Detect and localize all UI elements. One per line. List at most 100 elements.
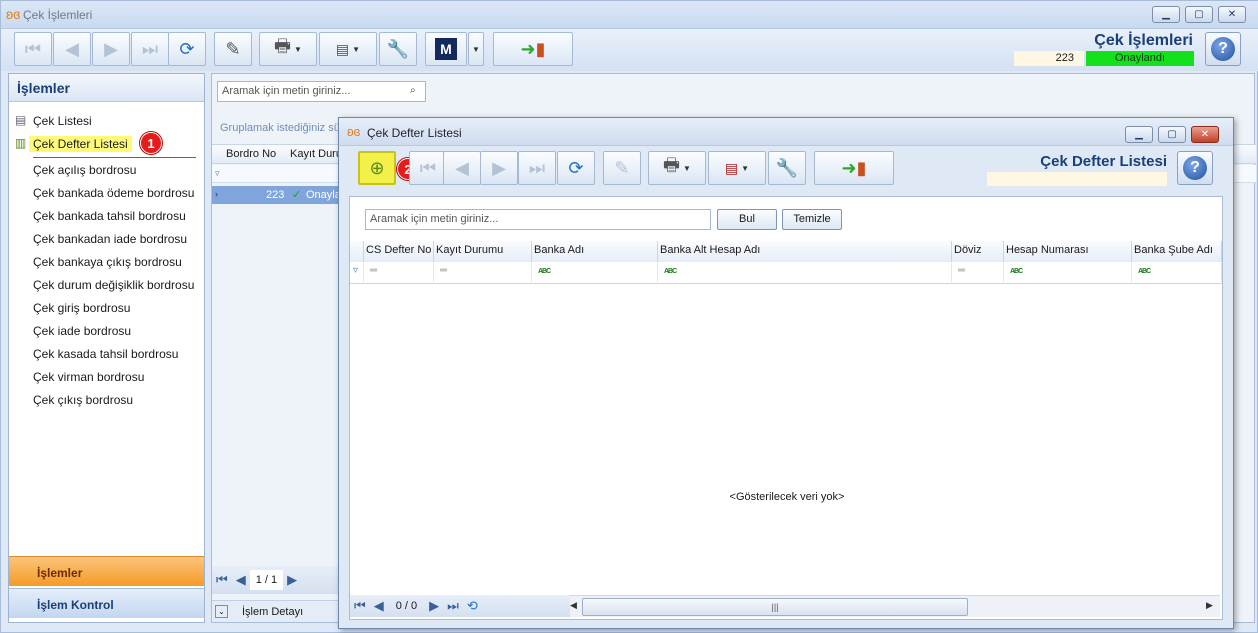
- m-report-icon[interactable]: M: [425, 32, 467, 66]
- status-badge: Onaylandı: [1086, 51, 1194, 66]
- detail-tab[interactable]: ⌄ İşlem Detayı: [212, 600, 342, 622]
- clear-button[interactable]: Temizle: [782, 209, 842, 230]
- column-header[interactable]: Banka Şube Adı: [1132, 241, 1222, 262]
- prev-page-icon[interactable]: ◀: [236, 572, 246, 588]
- sidebar-item[interactable]: Çek bankada tahsil bordrosu: [33, 209, 186, 223]
- new-record-icon[interactable]: ⊕: [358, 151, 396, 185]
- column-header[interactable]: Kayıt Duru: [290, 148, 342, 160]
- last-record-icon[interactable]: ⏭: [131, 32, 169, 66]
- first-record-icon[interactable]: ⏮: [409, 151, 447, 185]
- settings-wrench-icon[interactable]: 🔧: [379, 32, 417, 66]
- column-header[interactable]: CS Defter No: [364, 241, 434, 262]
- first-page-icon[interactable]: ⏮: [216, 572, 228, 588]
- sidebar-item[interactable]: Çek giriş bordrosu: [33, 301, 130, 315]
- sidebar-item[interactable]: Çek bankadan iade bordrosu: [33, 232, 187, 246]
- dialog-record-strip: [987, 172, 1167, 186]
- export-pdf-icon[interactable]: ▤ ▼: [319, 32, 377, 66]
- nav-islem-kontrol[interactable]: İşlem Kontrol: [9, 588, 204, 618]
- filter-text-icon[interactable]: ABC: [1132, 263, 1222, 282]
- scroll-left-icon[interactable]: ◀: [570, 600, 577, 611]
- dialog-close-button[interactable]: ✕: [1191, 126, 1219, 143]
- table-row[interactable]: › 223 ✓ Onayla: [212, 186, 352, 204]
- previous-record-icon[interactable]: ◀: [443, 151, 481, 185]
- page-title: Çek İşlemleri: [1094, 32, 1193, 49]
- settings-wrench-icon[interactable]: 🔧: [768, 151, 806, 185]
- sidebar-title: İşlemler: [9, 74, 204, 102]
- book-stack-icon: ▥: [15, 136, 27, 150]
- dialog-grid-panel: Aramak için metin giriniz... Bul Temizle…: [349, 196, 1223, 620]
- help-icon: ?: [1183, 156, 1207, 180]
- sidebar-item-cek-listesi[interactable]: Çek Listesi: [33, 114, 92, 128]
- column-header[interactable]: Banka Adı: [532, 241, 658, 262]
- prev-page-icon[interactable]: ◀: [374, 598, 384, 614]
- sidebar-item-cek-defter-listesi[interactable]: Çek Defter Listesi: [29, 136, 132, 152]
- next-record-icon[interactable]: ▶: [92, 32, 130, 66]
- collapse-icon[interactable]: ⌄: [215, 605, 228, 618]
- restore-button[interactable]: ▢: [1185, 6, 1213, 23]
- page-indicator: 0 / 0: [395, 600, 418, 612]
- column-header[interactable]: Bordro No: [226, 148, 276, 160]
- main-window: ʚɞ Çek İşlemleri ▁ ▢ ✕ ⏮ ◀ ▶ ⏭ ⟳ ✎ 🖶 ▼ ▤ ▼…: [0, 0, 1258, 633]
- dialog-search-input[interactable]: Aramak için metin giriniz...: [365, 209, 711, 230]
- close-button[interactable]: ✕: [1218, 6, 1246, 23]
- last-record-icon[interactable]: ⏭: [518, 151, 556, 185]
- sidebar-item[interactable]: Çek açılış bordrosu: [33, 163, 136, 177]
- help-button[interactable]: ?: [1205, 32, 1241, 66]
- dialog-help-button[interactable]: ?: [1177, 151, 1213, 185]
- cek-defter-dialog: ʚɞ Çek Defter Listesi ▁ ▢ ✕ ⊕ 2 ⏮ ◀ ▶ ⏭ …: [338, 117, 1234, 629]
- filter-equals-icon[interactable]: ═: [434, 263, 532, 282]
- print-icon[interactable]: 🖶 ▼: [259, 32, 317, 66]
- next-page-icon[interactable]: ▶: [287, 572, 297, 588]
- filter-text-icon[interactable]: ABC: [1004, 263, 1132, 282]
- sidebar-item[interactable]: Çek iade bordrosu: [33, 324, 131, 338]
- filter-text-icon[interactable]: ABC: [658, 263, 952, 282]
- main-pager: ⏮ ◀ 1 / 1 ▶: [212, 566, 340, 594]
- export-pdf-icon[interactable]: ▤ ▼: [708, 151, 766, 185]
- column-header[interactable]: Kayıt Durumu: [434, 241, 532, 262]
- refresh-icon[interactable]: ⟳: [557, 151, 595, 185]
- first-record-icon[interactable]: ⏮: [14, 32, 52, 66]
- edit-icon[interactable]: ✎: [214, 32, 252, 66]
- last-page-icon[interactable]: ⏭: [447, 598, 459, 614]
- record-number: 223: [1014, 51, 1084, 66]
- sidebar-item[interactable]: Çek çıkış bordrosu: [33, 393, 133, 407]
- edit-icon[interactable]: ✎: [603, 151, 641, 185]
- filter-icon: ▿: [350, 263, 364, 282]
- sidebar-item[interactable]: Çek durum değişiklik bordrosu: [33, 278, 194, 292]
- refresh-icon[interactable]: ⟲: [467, 598, 478, 614]
- row-status: Onayla: [306, 189, 341, 201]
- dialog-title: Çek Defter Listesi: [367, 126, 462, 140]
- sidebar-item[interactable]: Çek virman bordrosu: [33, 370, 144, 384]
- scrollbar-thumb[interactable]: |||: [582, 598, 968, 616]
- filter-text-icon[interactable]: ABC: [532, 263, 658, 282]
- print-icon[interactable]: 🖶 ▼: [648, 151, 706, 185]
- dialog-restore-button[interactable]: ▢: [1158, 126, 1186, 143]
- exit-door-icon[interactable]: ➜ ▮: [493, 32, 573, 66]
- scroll-right-icon[interactable]: ▶: [1206, 600, 1213, 611]
- search-input[interactable]: Aramak için metin giriniz...: [217, 81, 426, 102]
- filter-equals-icon[interactable]: ═: [952, 263, 1004, 282]
- nav-islemler[interactable]: İşlemler: [9, 556, 204, 586]
- horizontal-scrollbar[interactable]: ◀ ||| ▶: [570, 595, 1220, 617]
- next-record-icon[interactable]: ▶: [480, 151, 518, 185]
- next-page-icon[interactable]: ▶: [429, 598, 439, 614]
- sidebar-item[interactable]: Çek kasada tahsil bordrosu: [33, 347, 178, 361]
- column-header[interactable]: Banka Alt Hesap Adı: [658, 241, 952, 262]
- m-report-dropdown-icon[interactable]: ▼: [468, 32, 484, 66]
- filter-equals-icon[interactable]: ═: [364, 263, 434, 282]
- column-header[interactable]: Hesap Numarası: [1004, 241, 1132, 262]
- dialog-header-title: Çek Defter Listesi: [1040, 153, 1167, 170]
- callout-1: 1: [140, 132, 162, 154]
- group-hint: Gruplamak istediğiniz süt: [220, 122, 343, 134]
- first-page-icon[interactable]: ⏮: [354, 598, 366, 614]
- sidebar-divider: [33, 157, 196, 158]
- previous-record-icon[interactable]: ◀: [53, 32, 91, 66]
- sidebar-item[interactable]: Çek bankaya çıkış bordrosu: [33, 255, 182, 269]
- find-button[interactable]: Bul: [717, 209, 777, 230]
- exit-door-icon[interactable]: ➜ ▮: [814, 151, 894, 185]
- column-header[interactable]: Döviz: [952, 241, 1004, 262]
- refresh-icon[interactable]: ⟳: [168, 32, 206, 66]
- sidebar-item[interactable]: Çek bankada ödeme bordrosu: [33, 186, 194, 200]
- dialog-minimize-button[interactable]: ▁: [1125, 126, 1153, 143]
- minimize-button[interactable]: ▁: [1152, 6, 1180, 23]
